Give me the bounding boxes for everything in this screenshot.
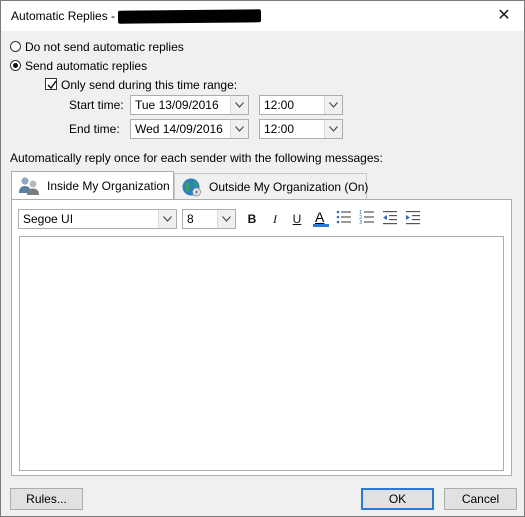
bold-button[interactable]: B	[245, 212, 259, 226]
start-time-picker[interactable]: 12:00	[259, 95, 343, 115]
chevron-down-icon	[329, 126, 338, 132]
font-color-bar	[313, 224, 329, 227]
window-title: Automatic Replies -	[11, 9, 116, 23]
cancel-button[interactable]: Cancel	[444, 488, 517, 510]
font-name-select[interactable]: Segoe UI	[18, 209, 177, 229]
do-not-send-radio[interactable]	[10, 41, 21, 52]
chevron-down-icon	[235, 102, 244, 108]
end-time-label: End time:	[69, 122, 120, 136]
ok-button[interactable]: OK	[361, 488, 434, 510]
chevron-down-icon	[163, 216, 172, 222]
font-size-dropdown[interactable]	[217, 210, 235, 228]
start-date-value: Tue 13/09/2016	[135, 98, 219, 112]
automatic-replies-dialog: Automatic Replies - ✕ Do not send automa…	[0, 0, 525, 517]
font-size-select[interactable]: 8	[182, 209, 236, 229]
start-date-picker[interactable]: Tue 13/09/2016	[130, 95, 249, 115]
chevron-down-icon	[222, 216, 231, 222]
start-time-label: Start time:	[69, 98, 124, 112]
end-date-value: Wed 14/09/2016	[135, 122, 223, 136]
bullets-icon[interactable]	[336, 209, 352, 225]
send-radio[interactable]	[10, 60, 21, 71]
tab-panel: Segoe UI 8 B I U A 1 2 3	[11, 199, 512, 476]
end-date-picker[interactable]: Wed 14/09/2016	[130, 119, 249, 139]
rules-button[interactable]: Rules...	[10, 488, 83, 510]
people-icon	[19, 177, 39, 195]
font-name-value: Segoe UI	[23, 212, 74, 226]
chevron-down-icon	[235, 126, 244, 132]
reply-instruction: Automatically reply once for each sender…	[10, 151, 383, 165]
do-not-send-label[interactable]: Do not send automatic replies	[25, 40, 184, 54]
start-date-dropdown[interactable]	[230, 96, 248, 114]
close-icon[interactable]: ✕	[490, 3, 518, 29]
start-time-value: 12:00	[264, 98, 295, 112]
tab-inside-organization-label[interactable]: Inside My Organization	[47, 179, 170, 193]
chevron-down-icon	[329, 102, 338, 108]
italic-button[interactable]: I	[268, 212, 282, 227]
font-size-value: 8	[187, 212, 194, 226]
time-range-label[interactable]: Only send during this time range:	[61, 78, 237, 92]
font-color-letter: A	[315, 209, 325, 225]
underline-button[interactable]: U	[290, 212, 304, 226]
end-time-picker[interactable]: 12:00	[259, 119, 343, 139]
tab-inside-organization[interactable]: Inside My Organization	[11, 171, 174, 200]
font-color-button[interactable]: A	[312, 208, 330, 228]
end-date-dropdown[interactable]	[230, 120, 248, 138]
send-label[interactable]: Send automatic replies	[25, 59, 147, 73]
font-name-dropdown[interactable]	[158, 210, 176, 228]
redacted-account-name	[117, 9, 262, 24]
tab-outside-organization[interactable]: Outside My Organization (On)	[174, 173, 368, 199]
end-time-dropdown[interactable]	[324, 120, 342, 138]
numbering-icon[interactable]: 1 2 3	[359, 209, 375, 225]
start-time-dropdown[interactable]	[324, 96, 342, 114]
message-body-editor[interactable]	[19, 236, 504, 471]
tab-outside-organization-label[interactable]: Outside My Organization (On)	[209, 180, 368, 194]
time-range-checkbox[interactable]	[45, 78, 57, 90]
increase-indent-icon[interactable]	[405, 209, 421, 225]
title-bar: Automatic Replies - ✕	[1, 1, 524, 31]
end-time-value: 12:00	[264, 122, 295, 136]
globe-icon	[182, 178, 201, 197]
svg-text:3: 3	[359, 220, 362, 225]
checkmark-icon	[47, 80, 57, 90]
decrease-indent-icon[interactable]	[382, 209, 398, 225]
